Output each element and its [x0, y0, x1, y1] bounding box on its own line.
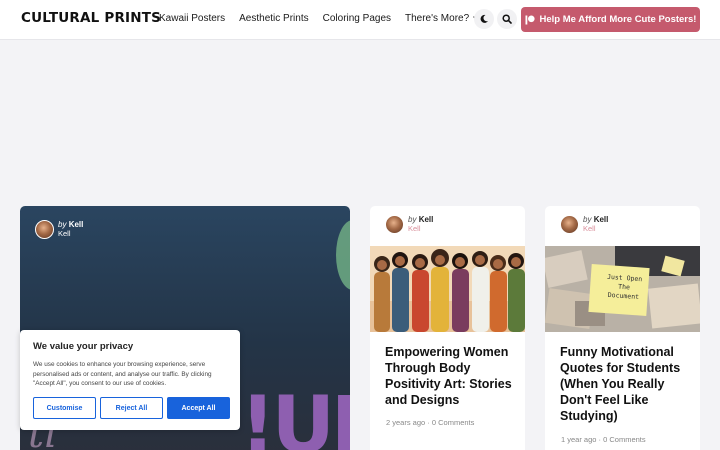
post-comments[interactable]: 0 Comments [432, 418, 475, 427]
featured-graphic-letters: !URS [240, 381, 350, 450]
patreon-support-label: Help Me Afford More Cute Posters! [539, 14, 697, 25]
cookie-text: We use cookies to enhance your browsing … [33, 361, 212, 387]
post-card[interactable]: by Kell Kell Just Open The Document Funn… [545, 206, 700, 450]
post-meta: 1 year ago · 0 Comments [561, 435, 646, 444]
avatar [35, 220, 54, 239]
post-author[interactable]: by Kell Kell [35, 220, 83, 239]
avatar [385, 215, 404, 234]
post-thumbnail[interactable] [370, 246, 525, 332]
post-age: 1 year ago [561, 435, 597, 444]
author-by: by [408, 215, 417, 224]
post-comments[interactable]: 0 Comments [603, 435, 646, 444]
post-card[interactable]: by Kell Kell Empowering Women Through Bo… [370, 206, 525, 450]
post-author[interactable]: by Kell Kell [560, 215, 608, 234]
main-nav: Kawaii Posters Aesthetic Prints Coloring… [159, 13, 479, 24]
author-sub: Kell [408, 224, 421, 233]
author-by: by [583, 215, 592, 224]
post-age: 2 years ago [386, 418, 426, 427]
post-title[interactable]: Funny Motivational Quotes for Students (… [560, 344, 690, 424]
author-sub: Kell [583, 224, 596, 233]
cookie-consent-banner: We value your privacy We use cookies to … [20, 330, 240, 430]
patreon-icon [525, 15, 535, 24]
post-thumbnail[interactable]: Just Open The Document [545, 246, 700, 332]
nav-coloring-pages[interactable]: Coloring Pages [323, 13, 391, 24]
moon-icon [480, 14, 488, 23]
author-sub: Kell [58, 229, 71, 238]
author-by: by [58, 220, 67, 229]
site-header: CULTURAL PRINTS Kawaii Posters Aesthetic… [0, 0, 720, 40]
nav-aesthetic-prints[interactable]: Aesthetic Prints [239, 13, 308, 24]
avatar [560, 215, 579, 234]
nav-theres-more-label: There's More? [405, 13, 470, 24]
cookie-title: We value your privacy [33, 341, 134, 352]
sticky-note-text: Just Open The Document [606, 272, 643, 302]
search-icon [502, 14, 512, 24]
site-logo[interactable]: CULTURAL PRINTS [21, 10, 161, 26]
women-illustration [370, 246, 525, 332]
reject-all-button[interactable]: Reject All [100, 397, 163, 419]
author-name[interactable]: Kell [69, 220, 84, 229]
author-name[interactable]: Kell [594, 215, 609, 224]
accept-all-button[interactable]: Accept All [167, 397, 230, 419]
nav-theres-more[interactable]: There's More? [405, 13, 479, 24]
post-meta: 2 years ago · 0 Comments [386, 418, 475, 427]
patreon-support-button[interactable]: Help Me Afford More Cute Posters! [521, 7, 700, 32]
nav-kawaii-posters[interactable]: Kawaii Posters [159, 13, 225, 24]
customise-button[interactable]: Customise [33, 397, 96, 419]
dark-mode-toggle[interactable] [474, 9, 494, 29]
search-button[interactable] [497, 9, 517, 29]
cookie-buttons: Customise Reject All Accept All [33, 397, 230, 419]
post-title[interactable]: Empowering Women Through Body Positivity… [385, 344, 515, 408]
decorative-circle [336, 220, 350, 290]
author-name[interactable]: Kell [419, 215, 434, 224]
post-author[interactable]: by Kell Kell [385, 215, 433, 234]
